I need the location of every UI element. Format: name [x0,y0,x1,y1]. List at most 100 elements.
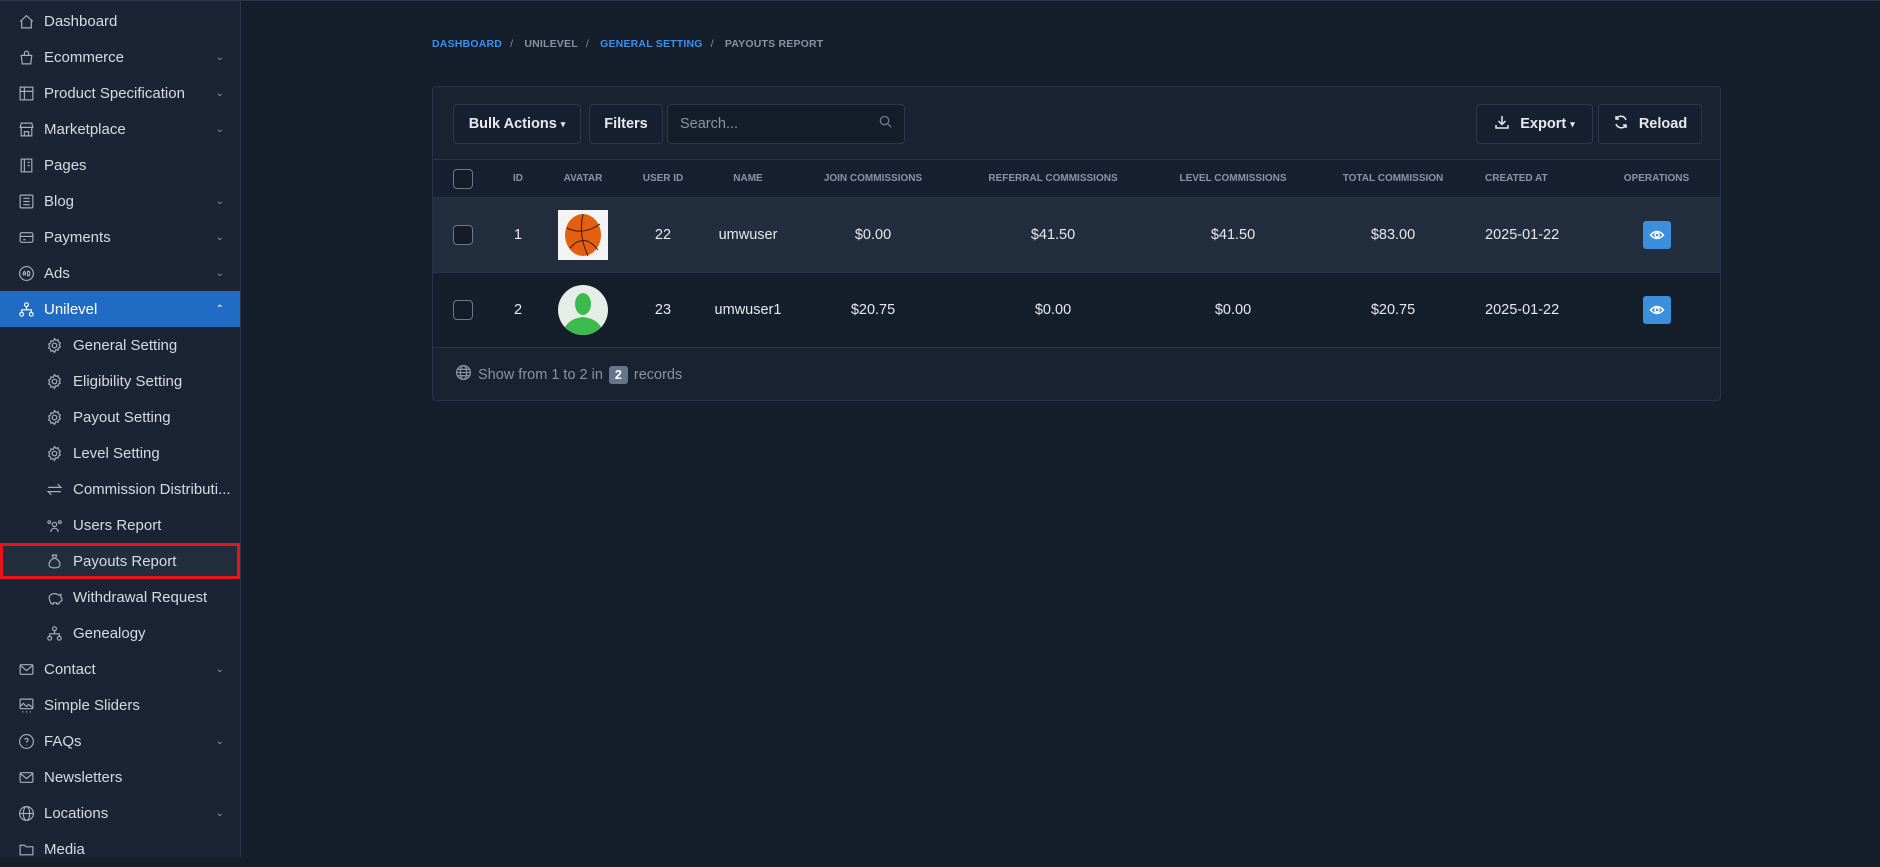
sidebar-item-eligibility-setting[interactable]: Eligibility Setting [0,363,240,399]
cell-created-at: 2025-01-22 [1473,197,1593,273]
header-total-commission[interactable]: TOTAL COMMISSION [1313,159,1473,198]
header-operations: OPERATIONS [1593,159,1720,198]
row-checkbox[interactable] [453,225,473,245]
credit-card-icon [17,228,35,246]
sidebar-item-product-specification[interactable]: Product Specification ⌄ [0,75,240,111]
records-count-badge: 2 [608,365,628,384]
sidebar-item-label: Eligibility Setting [73,372,183,390]
piggy-bank-icon [45,588,63,606]
bulk-actions-button[interactable]: Bulk Actions ▾ [453,104,581,144]
hierarchy-icon [45,624,63,642]
sidebar-item-label: FAQs [44,732,82,750]
sidebar-item-blog[interactable]: Blog ⌄ [0,183,240,219]
sidebar-item-label: Newsletters [44,768,123,786]
export-button[interactable]: Export ▾ [1476,104,1593,144]
cell-user-id: 23 [623,272,703,348]
table-header-row: ID AVATAR USER ID NAME JOIN COMMISSIONS … [433,159,1720,198]
reload-button[interactable]: Reload [1598,104,1702,144]
sidebar-item-ads[interactable]: Ads ⌄ [0,255,240,291]
sidebar-item-label: Blog [44,192,75,210]
sidebar-item-label: Dashboard [44,12,118,30]
records-prefix: Show from 1 to 2 in [478,366,603,383]
sidebar-item-genealogy[interactable]: Genealogy [0,615,240,651]
sidebar-item-newsletters[interactable]: Newsletters [0,759,240,795]
globe-icon [455,364,472,385]
search-input[interactable] [680,116,860,132]
view-button[interactable] [1642,296,1671,324]
search-box[interactable] [667,104,905,144]
table-settings-icon [17,84,35,102]
sidebar-item-label: Marketplace [44,120,126,138]
cell-total-commission: $83.00 [1313,197,1473,273]
header-id[interactable]: ID [493,159,543,198]
sidebar-item-label: Payments [44,228,111,246]
chevron-down-icon: ⌄ [215,807,224,819]
header-level-commissions[interactable]: LEVEL COMMISSIONS [1153,159,1313,198]
cell-name: umwuser [703,197,793,273]
folder-icon [17,840,35,858]
sidebar-item-contact[interactable]: Contact ⌄ [0,651,240,687]
sidebar-item-payout-setting[interactable]: Payout Setting [0,399,240,435]
row-checkbox[interactable] [453,300,473,320]
reload-label: Reload [1638,116,1688,132]
chevron-down-icon: ⌄ [215,51,224,63]
sidebar-item-media[interactable]: Media [0,831,240,867]
sidebar-item-withdrawal-request[interactable]: Withdrawal Request [0,579,240,615]
header-avatar: AVATAR [543,159,623,198]
ad-circle-icon [17,264,35,282]
sidebar-item-faqs[interactable]: FAQs ⌄ [0,723,240,759]
sidebar-item-ecommerce[interactable]: Ecommerce ⌄ [0,39,240,75]
eye-icon [1648,305,1665,315]
mail-icon [17,660,35,678]
cell-created-at: 2025-01-22 [1473,272,1593,348]
sidebar-item-users-report[interactable]: Users Report [0,507,240,543]
sidebar-item-commission-distributi[interactable]: Commission Distributi... [0,471,240,507]
sidebar-item-label: General Setting [73,336,178,354]
sidebar-item-general-setting[interactable]: General Setting [0,327,240,363]
header-join-commissions[interactable]: JOIN COMMISSIONS [793,159,953,198]
notebook-icon [17,156,35,174]
sidebar-item-level-setting[interactable]: Level Setting [0,435,240,471]
sidebar-item-label: Unilevel [44,300,98,318]
sidebar-item-payouts-report[interactable]: Payouts Report [0,543,240,579]
header-referral-commissions[interactable]: REFERRAL COMMISSIONS [953,159,1153,198]
sidebar-item-unilevel[interactable]: Unilevel ⌃ [0,291,240,327]
chevron-down-icon: ▾ [1570,118,1575,129]
sidebar-item-label: Payouts Report [73,552,177,570]
sidebar-item-locations[interactable]: Locations ⌄ [0,795,240,831]
filters-button[interactable]: Filters [589,104,663,144]
sidebar-item-label: Product Specification [44,84,185,102]
arrows-exchange-icon [45,480,63,498]
mail-icon [17,768,35,786]
avatar-basketball [558,210,608,260]
users-icon [45,516,63,534]
sidebar-item-label: Ecommerce [44,48,125,66]
sidebar-item-dashboard[interactable]: Dashboard [0,3,240,39]
header-user-id[interactable]: USER ID [623,159,703,198]
breadcrumb-general-setting[interactable]: GENERAL SETTING [600,38,703,50]
chevron-down-icon: ⌄ [215,735,224,747]
search-icon [879,115,892,133]
header-created-at[interactable]: CREATED AT [1473,159,1593,198]
export-label: Export [1520,116,1567,132]
gear-icon [45,408,63,426]
sidebar-item-marketplace[interactable]: Marketplace ⌄ [0,111,240,147]
sidebar-item-label: Ads [44,264,70,282]
view-button[interactable] [1642,221,1671,249]
cell-referral-commissions: $0.00 [953,272,1153,348]
breadcrumb-unilevel: UNILEVEL [524,38,578,50]
sidebar-item-simple-sliders[interactable]: Simple Sliders [0,687,240,723]
breadcrumb-dashboard[interactable]: DASHBOARD [432,38,502,50]
breadcrumb: DASHBOARD / UNILEVEL / GENERAL SETTING / PA… [432,38,824,50]
breadcrumb-current: PAYOUTS REPORT [724,38,824,50]
refresh-icon [1613,114,1629,134]
cell-name: umwuser1 [703,272,793,348]
slideshow-icon [17,696,35,714]
sidebar-item-payments[interactable]: Payments ⌄ [0,219,240,255]
sidebar-item-pages[interactable]: Pages [0,147,240,183]
avatar-default-user [558,285,608,335]
sidebar-item-label: Simple Sliders [44,696,140,714]
help-circle-icon [17,732,35,750]
header-name[interactable]: NAME [703,159,793,198]
select-all-checkbox[interactable] [453,168,473,189]
